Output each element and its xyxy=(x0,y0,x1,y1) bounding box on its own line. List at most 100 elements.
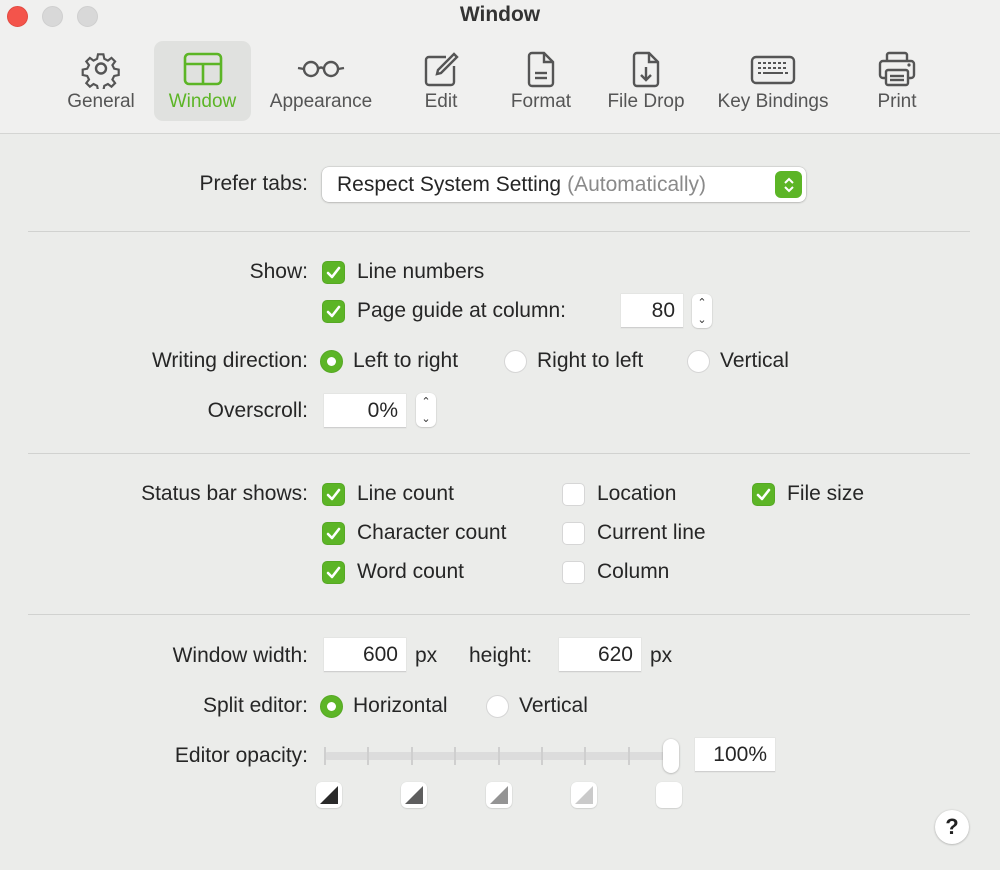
line-count-checkbox[interactable]: Line count xyxy=(322,482,454,506)
height-unit: px xyxy=(650,644,673,667)
opacity-preset-swatch[interactable] xyxy=(571,782,597,808)
writing-direction-rtl-radio[interactable]: Right to left xyxy=(504,349,643,373)
prefer-tabs-label: Prefer tabs: xyxy=(199,172,308,195)
checkbox-unchecked-icon xyxy=(562,560,585,584)
tab-key-bindings[interactable]: Key Bindings xyxy=(708,41,838,121)
slider-tick xyxy=(584,747,587,765)
tab-label: Window xyxy=(168,91,237,112)
opacity-triangle-icon xyxy=(490,786,508,804)
file-download-icon xyxy=(632,51,660,88)
gear-icon xyxy=(81,53,120,89)
separator xyxy=(28,231,970,232)
chevron-up-icon[interactable]: ⌃ xyxy=(697,297,706,309)
line-numbers-checkbox[interactable]: Line numbers xyxy=(322,260,484,284)
slider-tick xyxy=(627,747,630,765)
page-guide-checkbox[interactable]: Page guide at column: xyxy=(322,299,566,323)
tab-general[interactable]: General xyxy=(58,41,144,121)
checkbox-label: File size xyxy=(787,482,865,505)
checkbox-label: Word count xyxy=(357,560,464,583)
split-editor-label: Split editor: xyxy=(202,694,308,717)
opacity-preset-swatch[interactable] xyxy=(486,782,512,808)
checkbox-label: Location xyxy=(597,482,677,505)
checkbox-unchecked-icon xyxy=(562,521,585,545)
chevron-down-icon[interactable]: ⌄ xyxy=(421,413,430,425)
tab-window[interactable]: Window xyxy=(154,41,251,121)
radio-unselected-icon xyxy=(486,694,509,718)
tab-label: Print xyxy=(877,91,917,112)
overscroll-field[interactable]: 0% xyxy=(324,394,406,428)
current-line-checkbox[interactable]: Current line xyxy=(562,521,706,545)
prefer-tabs-popup[interactable]: Respect System Setting (Automatically) xyxy=(322,167,806,202)
writing-direction-ltr-radio[interactable]: Left to right xyxy=(320,349,458,373)
editor-opacity-label: Editor opacity: xyxy=(174,744,308,767)
opacity-preset-swatch[interactable] xyxy=(656,782,682,808)
slider-tick xyxy=(367,747,370,765)
help-button[interactable]: ? xyxy=(935,810,969,844)
window-title: Window xyxy=(459,3,541,26)
page-guide-column-field[interactable]: 80 xyxy=(621,294,683,328)
opacity-preset-swatch[interactable] xyxy=(316,782,342,808)
split-vertical-radio[interactable]: Vertical xyxy=(486,694,588,718)
printer-icon xyxy=(878,51,916,87)
overscroll-stepper[interactable]: ⌃ ⌄ xyxy=(416,393,436,427)
slider-tick xyxy=(454,747,457,765)
slider-tick xyxy=(540,747,543,765)
title-bar: Window General Window Appearance Edit Fo… xyxy=(0,0,1000,134)
split-horizontal-radio[interactable]: Horizontal xyxy=(320,694,448,718)
preferences-toolbar: General Window Appearance Edit Format Fi… xyxy=(0,41,1000,121)
checkbox-checked-icon xyxy=(322,482,345,506)
window-height-label: height: xyxy=(469,644,533,667)
separator xyxy=(28,453,970,454)
radio-label: Right to left xyxy=(537,349,644,372)
location-checkbox[interactable]: Location xyxy=(562,482,676,506)
radio-selected-icon xyxy=(320,694,343,718)
status-bar-shows-label: Status bar shows: xyxy=(141,482,308,505)
opacity-preset-swatch[interactable] xyxy=(401,782,427,808)
window-layout-icon xyxy=(183,52,222,86)
tab-label: Appearance xyxy=(269,91,373,112)
opacity-triangle-icon xyxy=(405,786,423,804)
slider-tick xyxy=(497,747,500,765)
overscroll-label: Overscroll: xyxy=(207,399,308,422)
show-label: Show: xyxy=(249,260,308,283)
radio-label: Vertical xyxy=(720,349,789,372)
file-size-checkbox[interactable]: File size xyxy=(752,482,864,506)
radio-selected-icon xyxy=(320,349,343,373)
character-count-checkbox[interactable]: Character count xyxy=(322,521,506,545)
tab-file-drop[interactable]: File Drop xyxy=(600,41,692,121)
document-icon xyxy=(527,51,555,88)
word-count-checkbox[interactable]: Word count xyxy=(322,560,464,584)
window-height-field[interactable]: 620 xyxy=(559,638,641,672)
radio-unselected-icon xyxy=(504,349,527,373)
chevron-down-icon[interactable]: ⌄ xyxy=(697,314,706,326)
tab-label: File Drop xyxy=(607,91,685,112)
line-numbers-label: Line numbers xyxy=(357,260,485,283)
window-width-field[interactable]: 600 xyxy=(324,638,406,672)
radio-label: Left to right xyxy=(353,349,459,372)
glasses-icon xyxy=(297,60,345,78)
opacity-triangle-icon xyxy=(320,786,338,804)
tab-edit[interactable]: Edit xyxy=(405,41,477,121)
column-checkbox[interactable]: Column xyxy=(562,560,669,584)
keyboard-icon xyxy=(750,55,796,85)
checkbox-label: Character count xyxy=(357,521,507,544)
radio-label: Vertical xyxy=(519,694,588,717)
prefer-tabs-value: Respect System Setting xyxy=(337,172,562,196)
tab-print[interactable]: Print xyxy=(862,41,932,121)
checkbox-checked-icon xyxy=(322,299,345,323)
checkbox-checked-icon xyxy=(322,560,345,584)
radio-unselected-icon xyxy=(687,349,710,373)
opacity-slider-knob[interactable] xyxy=(663,739,679,773)
page-guide-label: Page guide at column: xyxy=(357,299,566,322)
writing-direction-vertical-radio[interactable]: Vertical xyxy=(687,349,789,373)
separator xyxy=(28,614,970,615)
chevron-up-icon[interactable]: ⌃ xyxy=(421,396,430,408)
width-unit: px xyxy=(415,644,438,667)
opacity-value-field[interactable]: 100% xyxy=(695,738,775,772)
checkbox-label: Current line xyxy=(597,521,706,544)
tab-format[interactable]: Format xyxy=(502,41,580,121)
slider-tick xyxy=(324,747,326,765)
checkbox-checked-icon xyxy=(322,260,345,284)
page-guide-stepper[interactable]: ⌃ ⌄ xyxy=(692,294,712,328)
tab-appearance[interactable]: Appearance xyxy=(262,41,380,121)
